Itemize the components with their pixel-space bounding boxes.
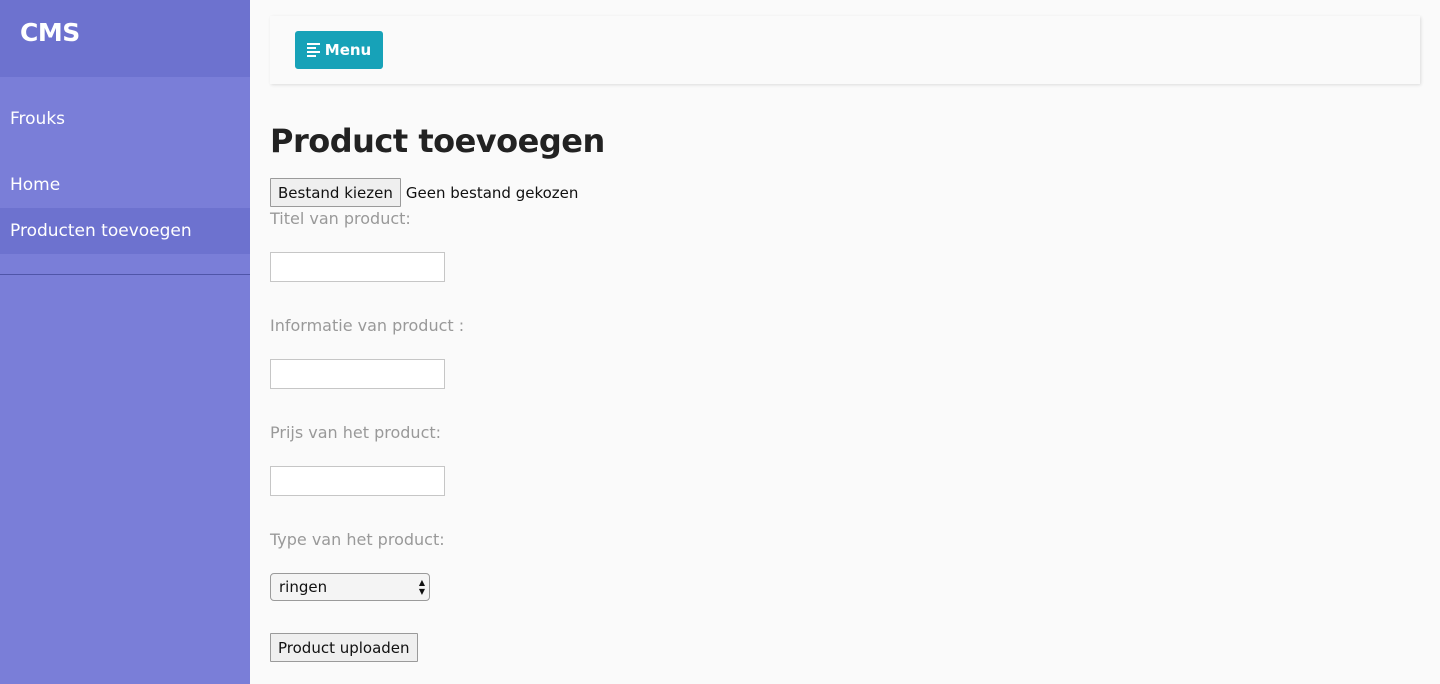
type-select-value: ringen [279,578,328,596]
price-label: Prijs van het product: [270,423,442,442]
file-status: Geen bestand gekozen [405,183,579,202]
sidebar: CMS Frouks Home Producten toevoegen [0,0,250,684]
align-left-icon [306,43,320,57]
info-input[interactable] [270,359,445,389]
file-upload: Bestand kiezen Geen bestand gekozen [270,178,578,207]
sidebar-user-name: Frouks [10,109,66,129]
choose-file-button[interactable]: Bestand kiezen [270,178,401,207]
type-label: Type van het product: [270,530,445,549]
upload-product-button[interactable]: Product uploaden [270,633,418,662]
sidebar-nav: Home Producten toevoegen [0,162,250,275]
sidebar-item-home[interactable]: Home [0,162,250,208]
price-input[interactable] [270,466,445,496]
title-input[interactable] [270,252,445,282]
menu-button-label: Menu [324,41,372,59]
title-label: Titel van product: [270,209,411,228]
select-arrows-icon: ▲ ▼ [418,578,425,596]
menu-button[interactable]: Menu [295,31,383,69]
sidebar-header: CMS [0,0,250,77]
page-title: Product toevoegen [270,122,605,160]
brand-title: CMS [20,18,80,47]
type-select[interactable]: ringen ▲ ▼ [270,573,430,601]
sidebar-item-producten-toevoegen[interactable]: Producten toevoegen [0,208,250,254]
topbar: Menu [270,16,1420,84]
info-label: Informatie van product : [270,316,465,335]
